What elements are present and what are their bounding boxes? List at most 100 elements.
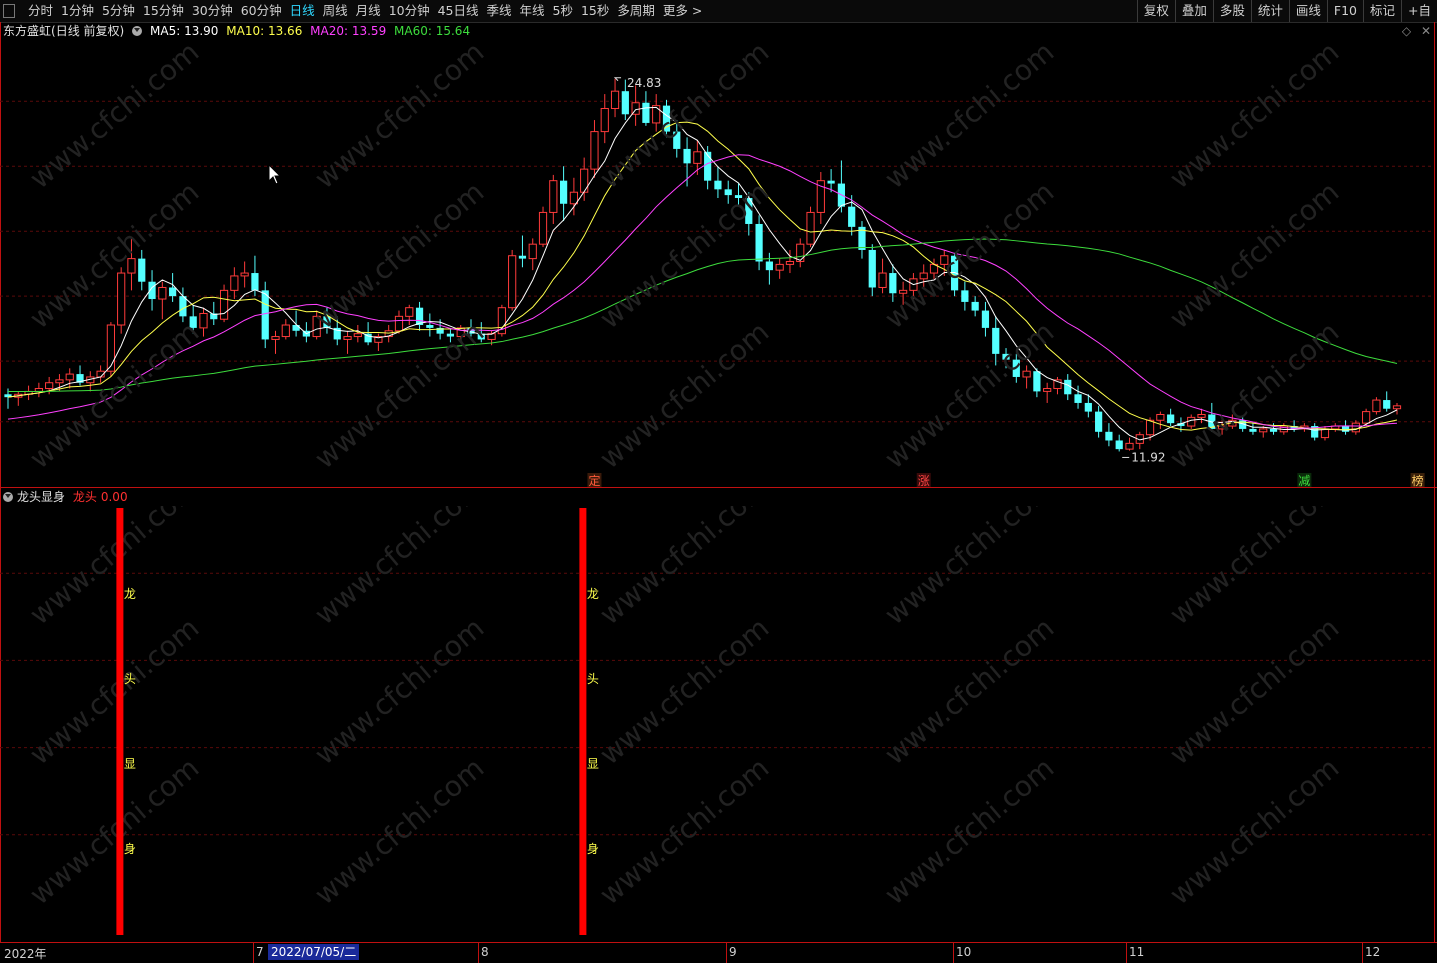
tool-button-7[interactable]: +自 (1401, 0, 1437, 22)
candle-body (785, 261, 795, 265)
candle-body (169, 287, 177, 297)
dragon-bar-1 (579, 508, 587, 935)
candle-body (281, 324, 290, 338)
indicator-label: 龙头 (72, 490, 97, 504)
period-tab-10[interactable]: 45日线 (434, 0, 483, 22)
dropdown-icon[interactable] (132, 26, 143, 36)
candlestick-chart[interactable]: 24.8311.92定涨减榜财港www.cfchi.comwww.cfchi.c… (0, 40, 1434, 487)
candle-body (765, 261, 773, 271)
candle-body (292, 325, 300, 331)
event-marker-0[interactable]: 定 (588, 473, 600, 487)
indicator-info-bar: 龙头显身 龙头 0.00 (0, 488, 132, 506)
stock-name: 东方盛虹 (3, 24, 52, 38)
watermark: www.cfchi.com (308, 751, 490, 911)
watermark: www.cfchi.com (593, 751, 775, 911)
period-tab-5[interactable]: 60分钟 (237, 0, 286, 22)
date-label-12: 12 (1365, 945, 1381, 959)
event-marker-3[interactable]: 榜 (1412, 473, 1424, 487)
period-tab-11[interactable]: 季线 (483, 0, 516, 22)
high-label: 24.83 (627, 76, 661, 90)
diamond-icon[interactable]: ◇ (1402, 24, 1411, 38)
date-label-10: 10 (956, 945, 972, 959)
event-marker-1[interactable]: 涨 (918, 473, 930, 487)
candle-body (1145, 419, 1155, 436)
close-icon[interactable]: ✕ (1421, 24, 1431, 38)
candle-body (45, 382, 54, 390)
candle-body (179, 296, 187, 317)
candle-body (1105, 431, 1113, 441)
candle-body (1156, 413, 1165, 421)
candle-body (394, 315, 404, 332)
candle-body (868, 249, 876, 288)
tool-button-2[interactable]: 多股 (1212, 0, 1251, 22)
watermark: www.cfchi.com (308, 40, 490, 195)
candle-body (580, 168, 589, 193)
panel-controls: ◇ ✕ (1402, 24, 1431, 38)
candle-body (600, 108, 609, 133)
date-label-8: 8 (481, 945, 489, 959)
candle-body (1033, 371, 1041, 392)
watermark: www.cfchi.com (878, 315, 1060, 475)
candle-body (755, 223, 763, 262)
candle-body (230, 275, 239, 291)
candle-body (714, 180, 722, 190)
watermark: www.cfchi.com (593, 175, 775, 335)
period-tab-14[interactable]: 15秒 (577, 0, 613, 22)
candle-body (343, 336, 352, 340)
candle-body (1095, 411, 1103, 432)
dragon-bar-text: 显 (587, 757, 599, 771)
ma10-label: MA10: 13.66 (226, 24, 303, 38)
period-tab-0[interactable]: 分时 (24, 0, 57, 22)
candle-body (1341, 426, 1350, 432)
cursor-date: 2022/07/05/二 (268, 944, 360, 960)
indicator-dropdown-icon[interactable] (3, 492, 13, 502)
watermark: www.cfchi.com (1163, 40, 1345, 195)
period-tab-1[interactable]: 1分钟 (57, 0, 98, 22)
period-tab-8[interactable]: 月线 (352, 0, 385, 22)
candle-body (775, 263, 784, 271)
period-tab-9[interactable]: 10分钟 (385, 0, 434, 22)
indicator-chart[interactable]: www.cfchi.com www.cfchi.com www.cfchi.com w… (0, 506, 1434, 942)
period-tab-15[interactable]: 多周期 (613, 0, 659, 22)
panel-divider[interactable] (0, 487, 1437, 488)
candle-body (1259, 428, 1268, 433)
tool-button-0[interactable]: 复权 (1136, 0, 1175, 22)
watermark: www.cfchi.com (878, 751, 1060, 911)
tool-button-4[interactable]: 画线 (1288, 0, 1327, 22)
period-tab-6[interactable]: 日线 (286, 0, 319, 22)
candle-body (1320, 428, 1330, 439)
period-tab-12[interactable]: 年线 (516, 0, 549, 22)
dragon-bar-text: 显 (124, 757, 136, 771)
candle-body (1125, 442, 1134, 450)
dragon-bar-text: 身 (587, 841, 599, 856)
period-tab-13[interactable]: 5秒 (549, 0, 577, 22)
watermark: www.cfchi.com (1163, 506, 1345, 631)
candle-body (642, 102, 650, 123)
tool-button-5[interactable]: F10 (1326, 0, 1363, 22)
period-tab-16[interactable]: 更多 > (659, 0, 706, 22)
panel-toggle-icon[interactable] (3, 4, 15, 18)
tool-button-6[interactable]: 标记 (1363, 0, 1401, 22)
candle-body (878, 272, 887, 288)
candle-body (1362, 411, 1371, 424)
period-tab-7[interactable]: 周线 (319, 0, 352, 22)
watermark: www.cfchi.com (23, 506, 205, 631)
candle-body (65, 373, 74, 381)
dragon-bar-text: 头 (587, 672, 599, 686)
candle-body (1383, 400, 1391, 409)
candle-body (426, 325, 434, 328)
event-marker-2[interactable]: 减 (1298, 474, 1310, 487)
date-label-7: 7 (256, 945, 264, 959)
period-tab-3[interactable]: 15分钟 (139, 0, 188, 22)
candle-body (158, 286, 167, 300)
candle-body (1372, 399, 1381, 413)
main-info-bar: 东方盛虹(日线 前复权) MA5: 13.90 MA10: 13.66 MA20… (0, 22, 474, 40)
dragon-bar-text: 龙 (587, 587, 599, 601)
period-tab-2[interactable]: 5分钟 (98, 0, 139, 22)
tool-button-1[interactable]: 叠加 (1174, 0, 1213, 22)
right-tools: 复权 叠加 多股 统计 画线 F10 标记 +自 (1136, 0, 1437, 22)
period-tab-4[interactable]: 30分钟 (188, 0, 237, 22)
top-toolbar: 分时 1分钟 5分钟 15分钟 30分钟 60分钟 日线 周线 月线 10分钟 45日线 季线 年线 5秒… (0, 0, 1437, 23)
watermark: www.cfchi.com (23, 40, 205, 195)
tool-button-3[interactable]: 统计 (1250, 0, 1289, 22)
